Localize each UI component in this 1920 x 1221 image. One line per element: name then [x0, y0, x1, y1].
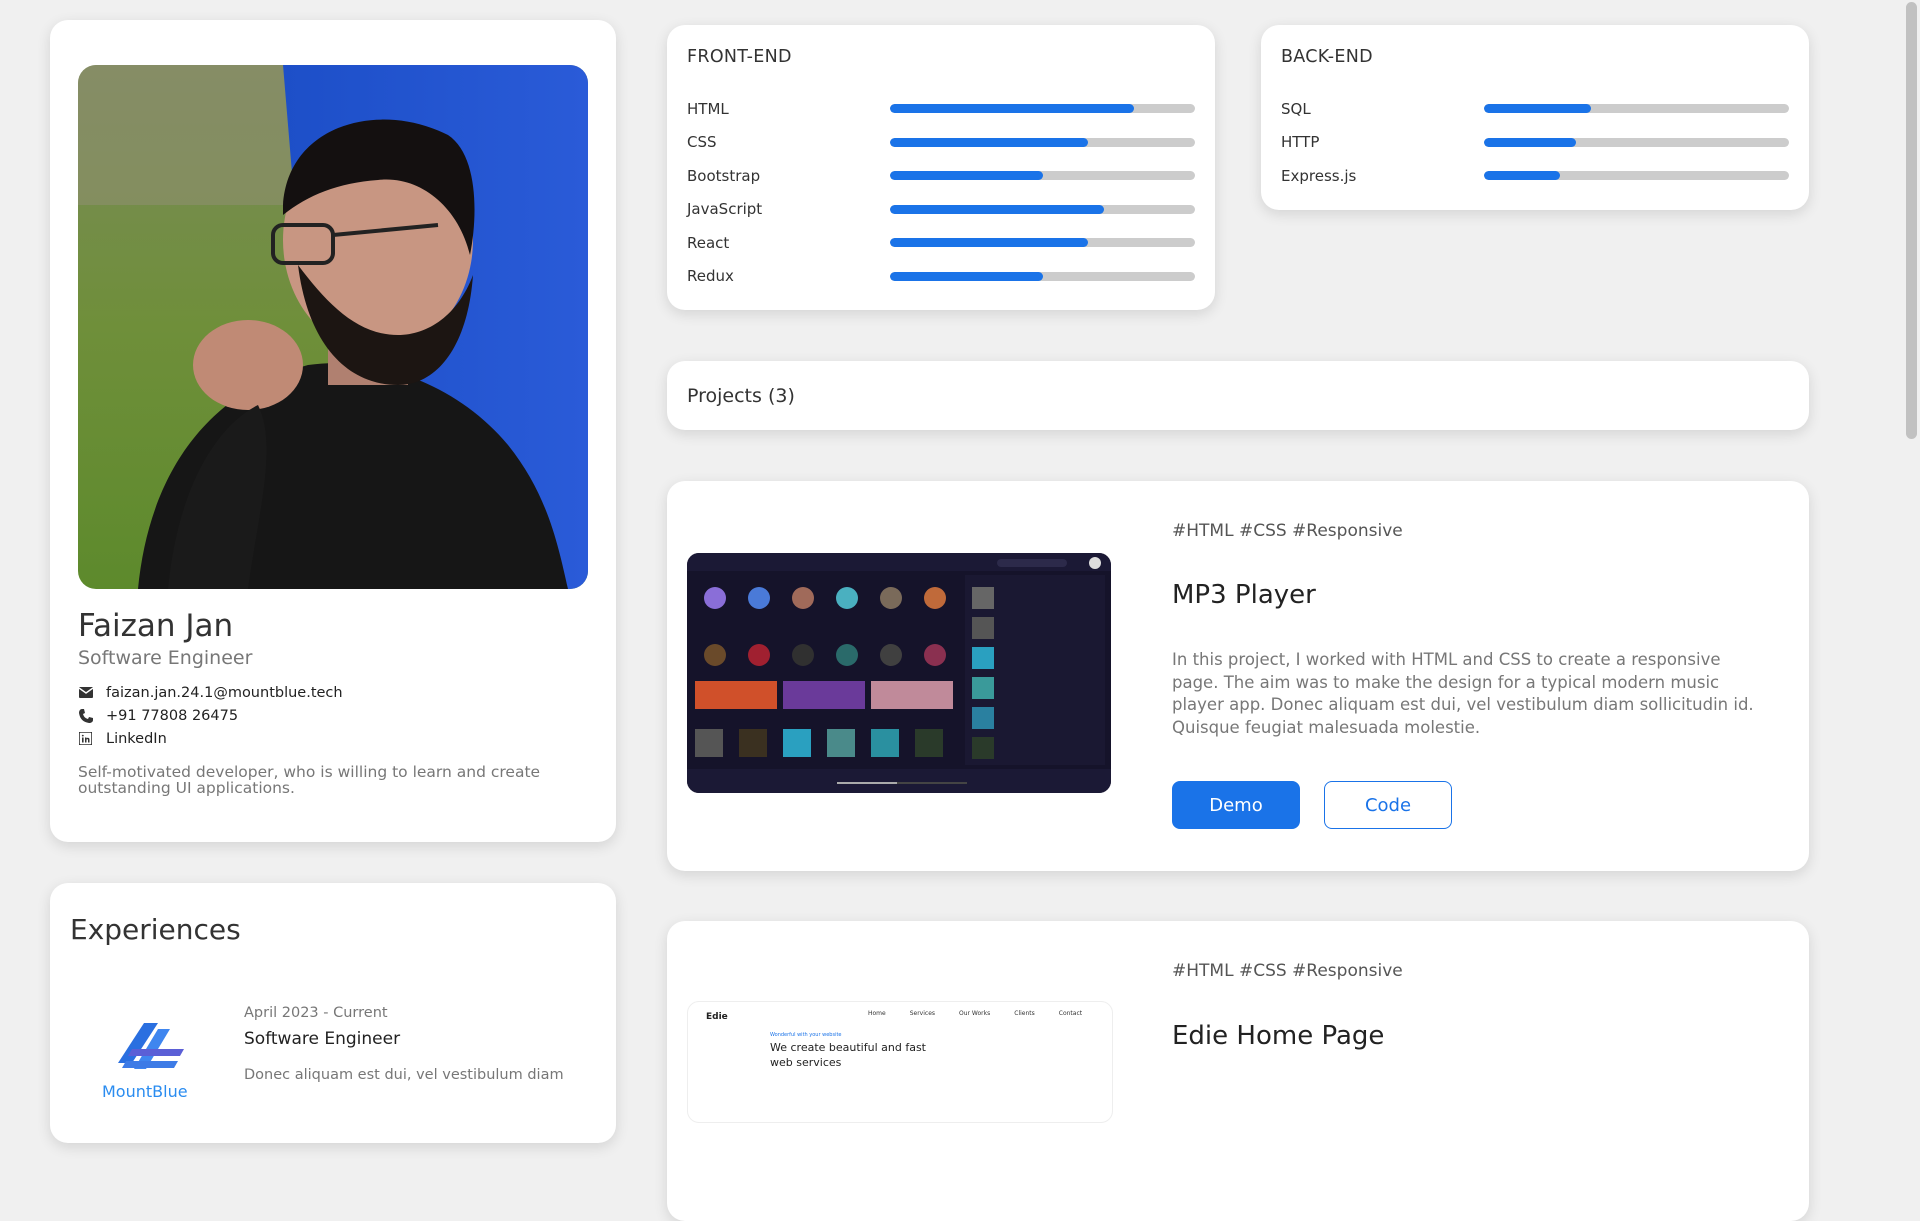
backend-skill-list: SQL HTTP Express.js — [1281, 92, 1789, 193]
skill-row: CSS — [687, 126, 1195, 160]
phone-icon — [78, 708, 93, 723]
scrollbar-thumb[interactable] — [1906, 2, 1917, 439]
mountblue-logo: MountBlue — [102, 1023, 202, 1103]
contact-email[interactable]: faizan.jan.24.1@mountblue.tech — [78, 681, 343, 704]
skill-bar-fill — [890, 204, 1104, 214]
edie-preview-nav-item: Home — [868, 1010, 886, 1017]
demo-button[interactable]: Demo — [1172, 781, 1300, 829]
skill-bar-fill — [1484, 104, 1591, 114]
svg-text:MountBlue: MountBlue — [102, 1082, 188, 1101]
profile-card: Faizan Jan Software Engineer faizan.jan.… — [50, 20, 616, 842]
experiences-card: Experiences MountBlue April 2023 - Curre… — [50, 883, 616, 1143]
edie-preview-brand: Edie — [706, 1012, 728, 1022]
projects-header-card: Projects (3) — [667, 361, 1809, 430]
project-tags: #HTML #CSS #Responsive — [1172, 521, 1403, 541]
frontend-skills-card: FRONT-END HTML CSS Bootstrap JavaScript … — [667, 25, 1215, 310]
skill-bar — [890, 238, 1195, 248]
skill-row: React — [687, 226, 1195, 260]
skill-row: HTTP — [1281, 126, 1789, 160]
skill-row: Redux — [687, 260, 1195, 294]
edie-preview-nav-item: Clients — [1014, 1010, 1035, 1017]
skill-bar — [890, 171, 1195, 181]
edie-preview-nav: Home Services Our Works Clients Contact — [868, 1010, 1082, 1017]
project-description: In this project, I worked with HTML and … — [1172, 650, 1754, 737]
skill-row: Bootstrap — [687, 159, 1195, 193]
linkedin-link[interactable]: LinkedIn — [106, 731, 167, 747]
skill-name: JavaScript — [687, 200, 763, 219]
project-card-edie-home-page: Edie Home Services Our Works Clients Con… — [667, 921, 1809, 1221]
experiences-title: Experiences — [70, 913, 241, 946]
code-button[interactable]: Code — [1324, 781, 1452, 829]
contact-linkedin[interactable]: LinkedIn — [78, 727, 343, 750]
edie-preview-nav-item: Services — [909, 1010, 936, 1017]
skill-bar-fill — [890, 137, 1089, 147]
email-text[interactable]: faizan.jan.24.1@mountblue.tech — [106, 685, 343, 701]
skill-row: SQL — [1281, 92, 1789, 126]
skill-name: HTML — [687, 99, 729, 118]
skill-name: Express.js — [1281, 166, 1357, 185]
skill-name: HTTP — [1281, 133, 1320, 152]
profile-role: Software Engineer — [78, 647, 253, 669]
frontend-skill-list: HTML CSS Bootstrap JavaScript React Redu… — [687, 92, 1195, 293]
skill-bar — [1484, 137, 1789, 147]
edie-preview-nav-item: Contact — [1058, 1010, 1083, 1017]
skill-row: HTML — [687, 92, 1195, 126]
project-card-mp3-player: #HTML #CSS #Responsive MP3 Player In thi… — [667, 481, 1809, 871]
skill-name: React — [687, 233, 730, 252]
frontend-title: FRONT-END — [687, 47, 792, 67]
edie-preview-small-text: Wonderful with your website — [770, 1032, 842, 1038]
linkedin-icon — [78, 731, 93, 746]
project-title: Edie Home Page — [1172, 1021, 1385, 1051]
backend-title: BACK-END — [1281, 47, 1373, 67]
skill-bar — [890, 204, 1195, 214]
project-thumbnail: Edie Home Services Our Works Clients Con… — [687, 1001, 1113, 1123]
phone-text[interactable]: +91 77808 26475 — [106, 708, 238, 724]
mp3-player-preview — [687, 553, 1111, 793]
backend-skills-card: BACK-END SQL HTTP Express.js — [1261, 25, 1809, 210]
profile-name: Faizan Jan — [78, 608, 234, 644]
edie-preview-nav-item: Our Works — [959, 1010, 991, 1017]
experience-date: April 2023 - Current — [244, 1005, 388, 1021]
project-title: MP3 Player — [1172, 580, 1316, 610]
edie-preview-heading: We create beautiful and fast web service… — [770, 1041, 926, 1069]
skill-bar-fill — [890, 238, 1089, 248]
skill-bar-fill — [890, 171, 1043, 181]
skill-name: Redux — [687, 267, 734, 286]
profile-photo — [78, 65, 588, 589]
skill-bar-fill — [1484, 137, 1576, 147]
skill-bar — [890, 271, 1195, 281]
skill-bar — [890, 104, 1195, 114]
skill-bar — [1484, 104, 1789, 114]
skill-bar-fill — [890, 104, 1134, 114]
skill-name: SQL — [1281, 99, 1311, 118]
skill-row: Express.js — [1281, 159, 1789, 193]
skill-bar-fill — [890, 271, 1043, 281]
contact-phone[interactable]: +91 77808 26475 — [78, 704, 343, 727]
skill-name: CSS — [687, 133, 717, 152]
profile-bio: Self-motivated developer, who is willing… — [78, 763, 541, 797]
contact-list: faizan.jan.24.1@mountblue.tech +91 77808… — [78, 681, 343, 750]
profile-photo-image — [78, 65, 588, 589]
skill-row: JavaScript — [687, 193, 1195, 227]
envelope-icon — [78, 685, 93, 700]
skill-bar — [1484, 171, 1789, 181]
project-tags: #HTML #CSS #Responsive — [1172, 961, 1403, 981]
skill-bar — [890, 137, 1195, 147]
projects-header: Projects (3) — [687, 385, 795, 407]
experience-description: Donec aliquam est dui, vel vestibulum di… — [244, 1067, 564, 1083]
experience-role: Software Engineer — [244, 1029, 401, 1049]
skill-name: Bootstrap — [687, 166, 761, 185]
page-scrollbar[interactable] — [1903, 0, 1920, 1080]
project-thumbnail — [687, 553, 1111, 793]
skill-bar-fill — [1484, 171, 1561, 181]
